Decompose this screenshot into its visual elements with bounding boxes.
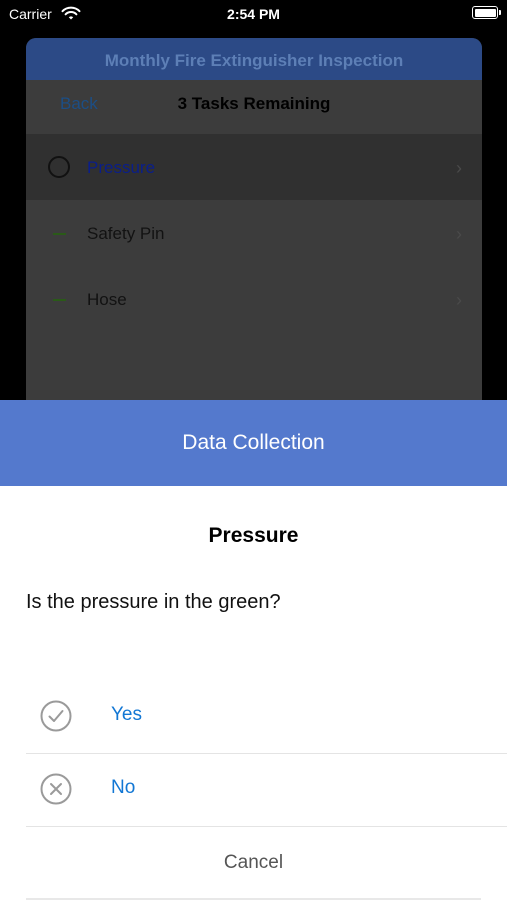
status-time: 2:54 PM (227, 6, 280, 22)
dash-icon (53, 233, 66, 235)
chevron-right-icon: › (456, 158, 462, 178)
empty-circle-icon (48, 156, 70, 178)
status-bar: Carrier 2:54 PM (0, 0, 507, 30)
cancel-button[interactable]: Cancel (0, 852, 507, 874)
task-label: Pressure (87, 158, 156, 177)
task-row-hose: Hose › (26, 266, 482, 332)
question-text: Is the pressure in the green? (26, 591, 281, 613)
divider (26, 826, 507, 827)
tasks-remaining-title: 3 Tasks Remaining (177, 94, 331, 113)
task-row-pressure: Pressure › (26, 134, 482, 200)
chevron-right-icon: › (456, 290, 462, 310)
option-label: Yes (111, 704, 142, 725)
chevron-right-icon: › (456, 224, 462, 244)
x-circle-icon (40, 773, 72, 805)
task-label: Safety Pin (87, 224, 165, 243)
dash-icon (53, 299, 66, 301)
nav-bar: Back 3 Tasks Remaining (26, 80, 482, 134)
battery-icon (472, 6, 501, 19)
background-inspection-card: Monthly Fire Extinguisher Inspection Bac… (26, 38, 482, 418)
option-no[interactable]: No (26, 755, 507, 827)
divider (26, 753, 507, 754)
modal-header: Data Collection (0, 400, 507, 486)
task-title: Pressure (208, 524, 299, 547)
inspection-title: Monthly Fire Extinguisher Inspection (26, 38, 482, 80)
checkmark-circle-icon (40, 700, 72, 732)
data-collection-sheet: Pressure Is the pressure in the green? Y… (0, 486, 507, 900)
option-yes[interactable]: Yes (26, 682, 507, 754)
task-row-safety-pin: Safety Pin › (26, 200, 482, 266)
option-label: No (111, 777, 136, 798)
task-label: Hose (87, 290, 127, 309)
